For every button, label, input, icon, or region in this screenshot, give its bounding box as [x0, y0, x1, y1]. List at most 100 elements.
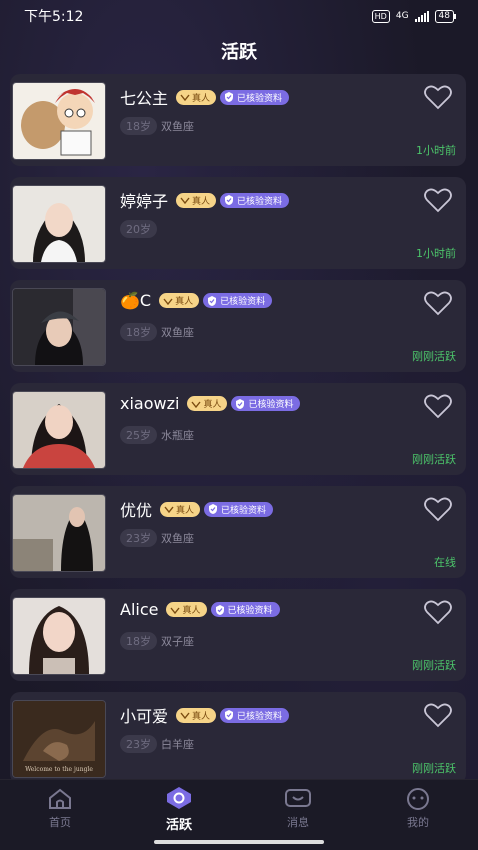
- shield-icon: [225, 710, 234, 720]
- profile-card[interactable]: xiaowzi 真人 已核验资料 25岁 水瓶座 刚刚活跃: [10, 383, 466, 475]
- verified-badge: 已核验资料: [231, 396, 301, 411]
- avatar[interactable]: [12, 82, 106, 160]
- profile-card[interactable]: 七公主 真人 已核验资料 18岁 双鱼座 1小时前: [10, 74, 466, 166]
- heart-check-icon: [170, 607, 181, 614]
- dark-photo-avatar-icon: Welcome to the jungle: [13, 701, 105, 777]
- profile-name: Alice: [120, 600, 159, 619]
- heart-icon[interactable]: [424, 599, 452, 625]
- status-icons: HD 4G 48: [371, 9, 457, 23]
- profile-card[interactable]: 优优 真人 已核验资料 23岁 双鱼座 在线: [10, 486, 466, 578]
- avatar[interactable]: [12, 185, 106, 263]
- active-status: 刚刚活跃: [412, 453, 456, 466]
- page-title: 活跃: [221, 42, 257, 63]
- cartoon-character-avatar-icon: [13, 83, 105, 159]
- heart-check-icon: [164, 506, 174, 513]
- verified-badge: 已核验资料: [203, 293, 273, 308]
- profile-card[interactable]: Alice 真人 已核验资料 18岁 双子座 刚刚活跃: [10, 589, 466, 681]
- avatar[interactable]: [12, 597, 106, 675]
- bottom-nav: 首页 活跃 消息 我的: [0, 779, 478, 850]
- real-person-badge: 真人: [166, 602, 207, 617]
- zodiac-label: 双鱼座: [161, 120, 194, 133]
- hd-icon: HD: [371, 9, 390, 23]
- nav-messages-label: 消息: [287, 816, 309, 829]
- active-status: 1小时前: [416, 144, 456, 157]
- active-status: 1小时前: [416, 247, 456, 260]
- profile-card[interactable]: 婷婷子 真人 已核验资料 20岁 1小时前: [10, 177, 466, 269]
- nav-messages[interactable]: 消息: [258, 788, 338, 830]
- zodiac-label: 双鱼座: [161, 326, 194, 339]
- shield-icon: [215, 604, 224, 615]
- home-indicator[interactable]: [154, 840, 324, 844]
- verified-badge: 已核验资料: [210, 602, 280, 617]
- girl-red-top-avatar-icon: [13, 392, 105, 468]
- profile-name: 🍊C: [120, 291, 152, 310]
- verified-badge: 已核验资料: [220, 192, 290, 208]
- heart-check-icon: [180, 94, 190, 101]
- shield-icon: [236, 398, 245, 409]
- verified-badge: 已核验资料: [204, 501, 274, 517]
- real-person-badge: 真人: [176, 707, 217, 723]
- age-label: 25岁: [120, 426, 157, 444]
- network-label: 4G: [395, 11, 409, 21]
- nav-home-label: 首页: [49, 816, 71, 829]
- girl-cap-avatar-icon: [13, 289, 105, 365]
- profile-name: xiaowzi: [120, 394, 180, 413]
- age-label: 18岁: [120, 323, 157, 341]
- profile-name: 优优: [120, 501, 153, 520]
- girl-long-hair-avatar-icon: [13, 598, 105, 674]
- avatar[interactable]: [12, 391, 106, 469]
- girl-kitchen-avatar-icon: [13, 495, 105, 571]
- shield-icon: [225, 195, 234, 205]
- heart-check-icon: [180, 197, 190, 204]
- age-label: 23岁: [120, 529, 157, 547]
- shield-icon: [225, 92, 234, 102]
- zodiac-label: 双子座: [161, 635, 194, 648]
- zodiac-label: 水瓶座: [161, 429, 194, 442]
- heart-icon[interactable]: [424, 290, 452, 316]
- nav-me-label: 我的: [407, 816, 429, 829]
- active-eye-icon: [167, 787, 191, 809]
- shield-icon: [208, 295, 217, 306]
- profile-card[interactable]: Welcome to the jungle 小可爱 真人 已核验资料 23岁 白…: [10, 692, 466, 784]
- heart-icon[interactable]: [424, 702, 452, 728]
- heart-check-icon: [163, 298, 173, 305]
- status-bar: 下午5:12 HD 4G 48: [0, 0, 478, 32]
- nav-active[interactable]: 活跃: [139, 786, 219, 833]
- active-status: 刚刚活跃: [412, 762, 456, 775]
- heart-icon[interactable]: [424, 187, 452, 213]
- nav-active-label: 活跃: [165, 818, 192, 833]
- avatar[interactable]: Welcome to the jungle: [12, 700, 106, 778]
- nav-home[interactable]: 首页: [20, 788, 100, 830]
- profile-name: 小可爱: [120, 707, 169, 726]
- nav-me[interactable]: 我的: [378, 788, 458, 830]
- age-label: 23岁: [120, 735, 157, 753]
- heart-icon[interactable]: [424, 84, 452, 110]
- zodiac-label: 双鱼座: [161, 532, 194, 545]
- avatar[interactable]: [12, 494, 106, 572]
- real-person-badge: 真人: [187, 396, 228, 411]
- heart-check-icon: [191, 401, 201, 408]
- real-person-badge: 真人: [176, 192, 217, 208]
- message-icon: [285, 789, 311, 807]
- home-icon: [49, 788, 71, 809]
- age-label: 20岁: [120, 220, 157, 238]
- profile-face-icon: [407, 788, 429, 810]
- shield-icon: [209, 504, 218, 514]
- status-time: 下午5:12: [24, 9, 84, 25]
- real-person-badge: 真人: [159, 293, 200, 308]
- profile-name: 婷婷子: [120, 192, 169, 211]
- battery-icon: 48: [434, 9, 457, 23]
- girl-white-shirt-avatar-icon: [13, 186, 105, 262]
- heart-icon[interactable]: [424, 393, 452, 419]
- age-label: 18岁: [120, 117, 157, 135]
- real-person-badge: 真人: [160, 501, 201, 517]
- avatar[interactable]: [12, 288, 106, 366]
- active-status: 刚刚活跃: [412, 350, 456, 363]
- profile-card[interactable]: 🍊C 真人 已核验资料 18岁 双鱼座 刚刚活跃: [10, 280, 466, 372]
- profile-name: 七公主: [120, 89, 169, 108]
- active-status: 刚刚活跃: [412, 659, 456, 672]
- zodiac-label: 白羊座: [161, 738, 194, 751]
- avatar-caption: Welcome to the jungle: [25, 766, 93, 773]
- verified-badge: 已核验资料: [220, 707, 290, 723]
- heart-icon[interactable]: [424, 496, 452, 522]
